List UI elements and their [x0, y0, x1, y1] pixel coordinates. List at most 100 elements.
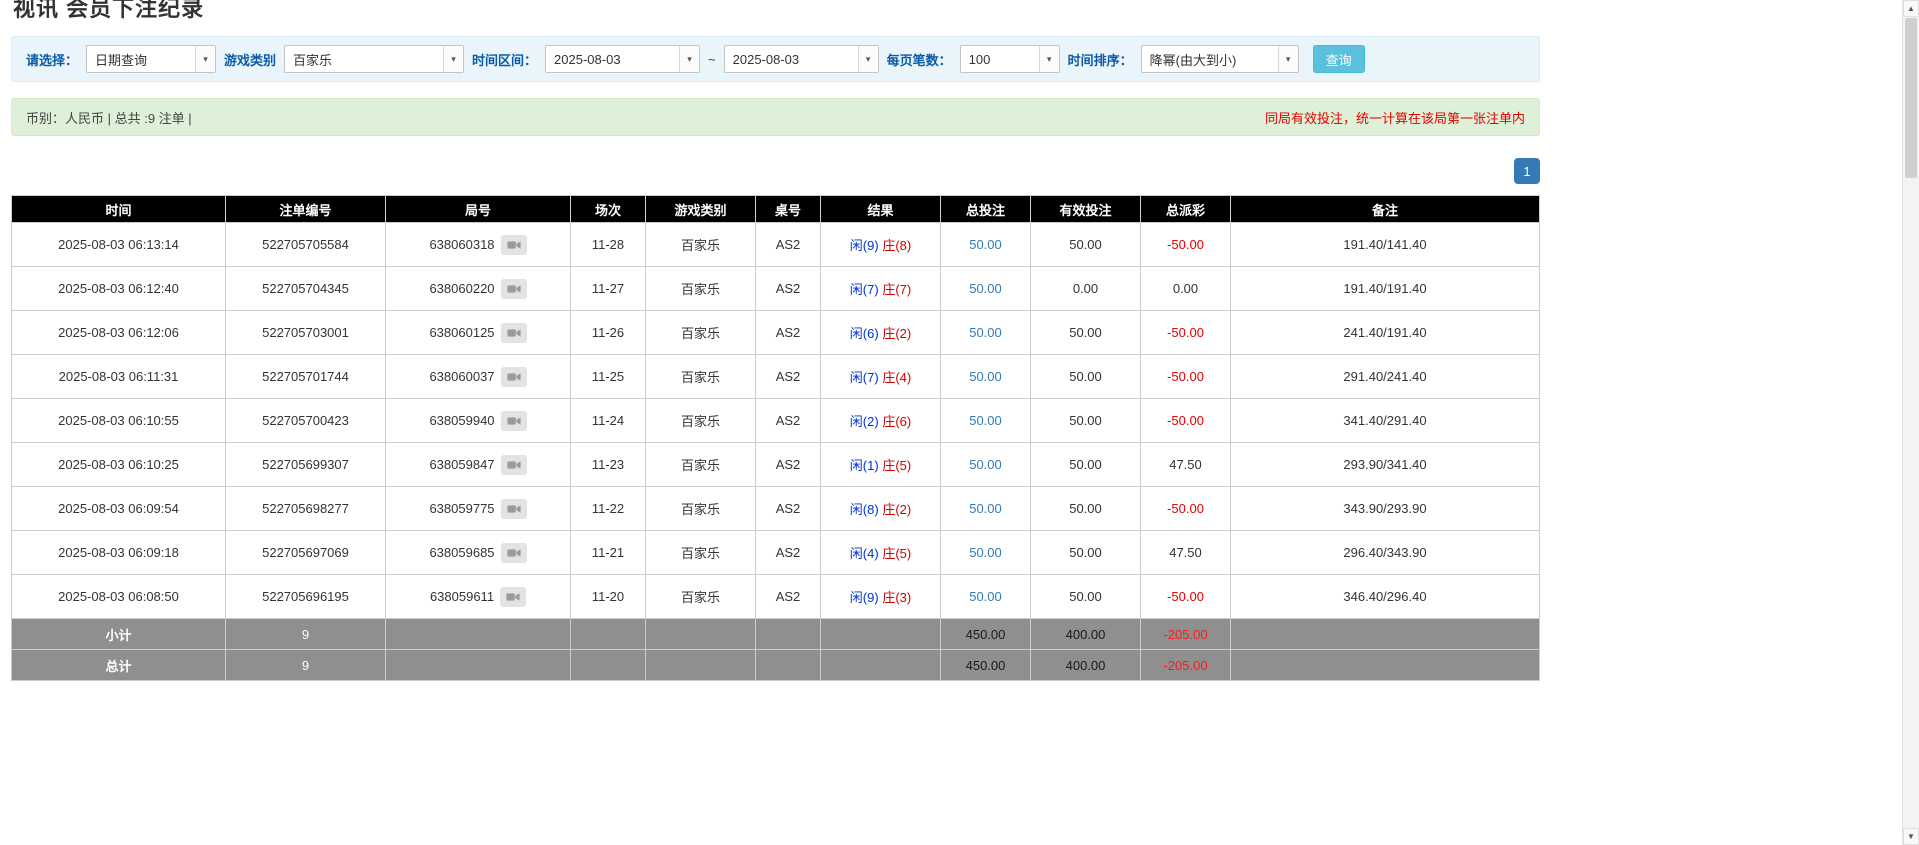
date-to-select[interactable]: 2025-08-03 ▾	[723, 45, 879, 73]
video-camera-icon[interactable]	[500, 366, 527, 387]
chevron-down-icon[interactable]: ▾	[679, 46, 700, 72]
scroll-down-button[interactable]: ▼	[1903, 828, 1919, 845]
result-player: 闲(7)	[849, 370, 879, 385]
sort-order-value: 降幂(由大到小)	[1149, 52, 1237, 68]
cell-valid-bet: 50.00	[1030, 486, 1141, 531]
footer-empty	[385, 618, 571, 650]
scrollbar-thumb[interactable]	[1905, 18, 1917, 178]
cell-table-no: AS2	[755, 310, 821, 355]
search-button[interactable]: 查询	[1312, 45, 1365, 73]
column-header: 有效投注	[1030, 195, 1141, 223]
cell-session: 11-24	[570, 398, 646, 443]
cell-total-bet[interactable]: 50.00	[940, 486, 1031, 531]
sort-order-label: 时间排序：	[1067, 52, 1133, 68]
result-banker: 庄(5)	[882, 458, 912, 473]
cell-valid-bet: 0.00	[1030, 266, 1141, 311]
cell-result: 闲(4) 庄(5)	[820, 530, 941, 575]
video-camera-icon[interactable]	[500, 410, 527, 431]
cell-table-no: AS2	[755, 266, 821, 311]
cell-payout: -50.00	[1140, 574, 1231, 619]
summary-notice: 同局有效投注，统一计算在该局第一张注单内	[1264, 110, 1525, 126]
cell-payout: -50.00	[1140, 310, 1231, 355]
cell-valid-bet: 50.00	[1030, 530, 1141, 575]
cell-bet-id: 522705696195	[225, 574, 386, 619]
page-size-select[interactable]: 100 ▾	[959, 45, 1060, 73]
chevron-down-icon[interactable]: ▾	[195, 46, 216, 72]
cell-result: 闲(1) 庄(5)	[820, 442, 941, 487]
result-banker: 庄(5)	[882, 546, 912, 561]
cell-table-no: AS2	[755, 574, 821, 619]
cell-bet-id: 522705701744	[225, 354, 386, 399]
game-type-value: 百家乐	[293, 52, 333, 68]
footer-empty	[820, 649, 941, 681]
cell-session: 11-27	[570, 266, 646, 311]
cell-bet-id: 522705698277	[225, 486, 386, 531]
footer-label: 总计	[11, 649, 226, 681]
cell-round: 638060037	[385, 354, 571, 399]
cell-valid-bet: 50.00	[1030, 442, 1141, 487]
scroll-up-button[interactable]: ▲	[1903, 0, 1919, 17]
round-number: 638060220	[429, 281, 495, 296]
cell-valid-bet: 50.00	[1030, 574, 1141, 619]
tilde-separator: ~	[708, 51, 716, 67]
column-header: 时间	[11, 195, 226, 223]
cell-result: 闲(2) 庄(6)	[820, 398, 941, 443]
query-type-value: 日期查询	[95, 52, 148, 68]
round-number: 638060037	[429, 369, 495, 384]
chevron-down-icon[interactable]: ▾	[1038, 46, 1059, 72]
cell-total-bet[interactable]: 50.00	[940, 574, 1031, 619]
video-camera-icon[interactable]	[500, 322, 527, 343]
page-size-label: 每页笔数：	[886, 52, 952, 68]
cell-payout: -50.00	[1140, 354, 1231, 399]
cell-game-type: 百家乐	[645, 530, 756, 575]
video-camera-icon[interactable]	[500, 542, 527, 563]
chevron-down-icon[interactable]: ▾	[1277, 46, 1298, 72]
cell-total-bet[interactable]: 50.00	[940, 266, 1031, 311]
sort-order-select[interactable]: 降幂(由大到小) ▾	[1140, 45, 1299, 73]
cell-game-type: 百家乐	[645, 310, 756, 355]
video-camera-icon[interactable]	[500, 234, 527, 255]
vertical-scrollbar[interactable]: ▲ ▼	[1902, 0, 1919, 845]
time-range-label: 时间区间：	[472, 52, 538, 68]
cell-total-bet[interactable]: 50.00	[940, 442, 1031, 487]
cell-result: 闲(9) 庄(8)	[820, 222, 941, 267]
video-camera-icon[interactable]	[500, 454, 527, 475]
table-row: 2025-08-03 06:10:25 522705699307 638059847…	[11, 442, 1540, 487]
cell-total-bet[interactable]: 50.00	[940, 354, 1031, 399]
cell-bet-id: 522705705584	[225, 222, 386, 267]
chevron-down-icon[interactable]: ▾	[443, 46, 464, 72]
footer-empty	[385, 649, 571, 681]
round-number: 638060318	[429, 237, 495, 252]
column-header: 桌号	[755, 195, 821, 223]
result-player: 闲(9)	[849, 238, 879, 253]
cell-total-bet[interactable]: 50.00	[940, 398, 1031, 443]
video-camera-icon[interactable]	[500, 498, 527, 519]
video-camera-icon[interactable]	[500, 586, 527, 607]
query-type-select[interactable]: 日期查询 ▾	[86, 45, 217, 73]
column-header: 备注	[1230, 195, 1540, 223]
video-camera-icon[interactable]	[500, 278, 527, 299]
date-from-value: 2025-08-03	[554, 51, 621, 67]
cell-valid-bet: 50.00	[1030, 354, 1141, 399]
table-row: 2025-08-03 06:13:14 522705705584 638060318…	[11, 222, 1540, 267]
cell-total-bet[interactable]: 50.00	[940, 310, 1031, 355]
cell-note: 241.40/191.40	[1230, 310, 1540, 355]
page-1-button[interactable]: 1	[1514, 158, 1540, 184]
cell-time: 2025-08-03 06:13:14	[11, 222, 226, 267]
cell-round: 638059940	[385, 398, 571, 443]
footer-empty	[1230, 618, 1540, 650]
game-type-select[interactable]: 百家乐 ▾	[284, 45, 465, 73]
cell-game-type: 百家乐	[645, 574, 756, 619]
table-header-row: 时间 注单编号 局号 场次 游戏类别 桌号 结果 总投注 有效投注 总派彩 备注	[11, 195, 1540, 223]
cell-payout: 47.50	[1140, 530, 1231, 575]
chevron-down-icon[interactable]: ▾	[857, 46, 878, 72]
column-header: 总投注	[940, 195, 1031, 223]
date-from-select[interactable]: 2025-08-03 ▾	[545, 45, 701, 73]
cell-result: 闲(7) 庄(7)	[820, 266, 941, 311]
footer-empty	[1230, 649, 1540, 681]
cell-payout: -50.00	[1140, 398, 1231, 443]
cell-total-bet[interactable]: 50.00	[940, 222, 1031, 267]
cell-total-bet[interactable]: 50.00	[940, 530, 1031, 575]
cell-payout: 0.00	[1140, 266, 1231, 311]
result-player: 闲(4)	[849, 546, 879, 561]
